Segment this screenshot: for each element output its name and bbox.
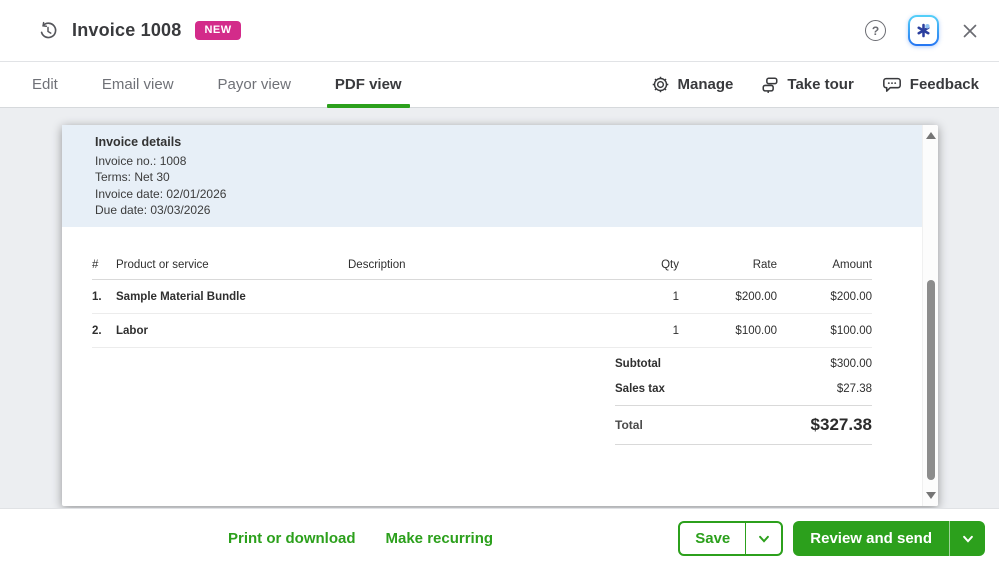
row-product: Labor — [116, 325, 348, 337]
invoice-details-heading: Invoice details — [95, 134, 922, 151]
take-tour-button[interactable]: Take tour — [761, 76, 853, 94]
feedback-icon — [882, 75, 902, 94]
sales-tax-label: Sales tax — [615, 383, 665, 395]
save-button-group: Save — [678, 521, 783, 556]
row-num: 1. — [92, 291, 116, 303]
totals-section: Subtotal $300.00 Sales tax $27.38 Total … — [615, 351, 872, 445]
tab-payor-view[interactable]: Payor view — [210, 62, 299, 107]
line-item-table: # Product or service Description Qty Rat… — [92, 251, 872, 348]
make-recurring-link[interactable]: Make recurring — [386, 530, 494, 547]
row-product: Sample Material Bundle — [116, 291, 348, 303]
total-value: $327.38 — [811, 415, 872, 435]
close-icon[interactable] — [961, 22, 979, 40]
col-header-rate: Rate — [679, 259, 777, 271]
pdf-preview-area: Invoice details Invoice no.: 1008 Terms:… — [0, 108, 999, 508]
review-and-send-button-group: Review and send — [793, 521, 985, 556]
col-header-qty: Qty — [594, 259, 679, 271]
save-dropdown-button[interactable] — [745, 523, 781, 554]
scroll-up-icon[interactable] — [926, 132, 936, 139]
review-and-send-button[interactable]: Review and send — [793, 521, 949, 556]
row-rate: $200.00 — [679, 291, 777, 303]
pdf-scrollbar[interactable] — [922, 125, 938, 506]
chevron-down-icon — [757, 532, 771, 546]
view-tabbar: Edit Email view Payor view PDF view Mana… — [0, 62, 999, 108]
scroll-down-icon[interactable] — [926, 492, 936, 499]
table-header-row: # Product or service Description Qty Rat… — [92, 251, 872, 280]
tab-edit-label: Edit — [32, 76, 58, 93]
invoice-number: Invoice no.: 1008 — [95, 153, 922, 170]
total-row: Total $327.38 — [615, 405, 872, 445]
tab-email-view[interactable]: Email view — [94, 62, 182, 107]
row-qty: 1 — [594, 325, 679, 337]
sales-tax-value: $27.38 — [837, 383, 872, 395]
subtotal-value: $300.00 — [830, 358, 872, 370]
window-header: Invoice 1008 NEW ? — [0, 0, 999, 62]
row-num: 2. — [92, 325, 116, 337]
tab-payor-view-label: Payor view — [218, 76, 291, 93]
row-rate: $100.00 — [679, 325, 777, 337]
col-header-num: # — [92, 259, 116, 271]
footer-bar: Print or download Make recurring Save Re… — [0, 508, 999, 567]
tour-icon — [761, 76, 779, 94]
col-header-product: Product or service — [116, 259, 348, 271]
row-amount: $200.00 — [777, 291, 872, 303]
tab-pdf-view-label: PDF view — [335, 76, 402, 93]
history-icon[interactable] — [36, 19, 60, 43]
invoice-date: Invoice date: 02/01/2026 — [95, 186, 922, 203]
col-header-description: Description — [348, 259, 594, 271]
pdf-page: Invoice details Invoice no.: 1008 Terms:… — [62, 125, 938, 506]
col-header-amount: Amount — [777, 259, 872, 271]
review-and-send-dropdown-button[interactable] — [949, 521, 985, 556]
invoice-due-date: Due date: 03/03/2026 — [95, 202, 922, 219]
manage-button[interactable]: Manage — [651, 75, 734, 94]
row-qty: 1 — [594, 291, 679, 303]
feedback-button[interactable]: Feedback — [882, 75, 979, 94]
invoice-window: Invoice 1008 NEW ? — [0, 0, 999, 567]
help-icon[interactable]: ? — [865, 20, 886, 41]
subtotal-row: Subtotal $300.00 — [615, 351, 872, 376]
invoice-details-box: Invoice details Invoice no.: 1008 Terms:… — [62, 125, 922, 227]
new-badge: NEW — [195, 21, 240, 40]
assist-icon[interactable] — [908, 15, 939, 46]
gear-icon — [651, 75, 670, 94]
save-button[interactable]: Save — [680, 523, 745, 554]
tab-pdf-view[interactable]: PDF view — [327, 62, 410, 107]
chevron-down-icon — [961, 532, 975, 546]
total-label: Total — [615, 418, 643, 432]
tab-email-view-label: Email view — [102, 76, 174, 93]
tab-edit[interactable]: Edit — [24, 62, 66, 107]
invoice-terms: Terms: Net 30 — [95, 169, 922, 186]
row-amount: $100.00 — [777, 325, 872, 337]
sales-tax-row: Sales tax $27.38 — [615, 376, 872, 401]
table-row: 1. Sample Material Bundle 1 $200.00 $200… — [92, 280, 872, 314]
manage-label: Manage — [678, 76, 734, 93]
assist-icon-glyph — [910, 17, 937, 44]
print-or-download-link[interactable]: Print or download — [228, 530, 356, 547]
table-row: 2. Labor 1 $100.00 $100.00 — [92, 314, 872, 348]
feedback-label: Feedback — [910, 76, 979, 93]
page-title: Invoice 1008 — [72, 20, 181, 41]
subtotal-label: Subtotal — [615, 358, 661, 370]
scrollbar-thumb[interactable] — [927, 280, 935, 480]
take-tour-label: Take tour — [787, 76, 853, 93]
